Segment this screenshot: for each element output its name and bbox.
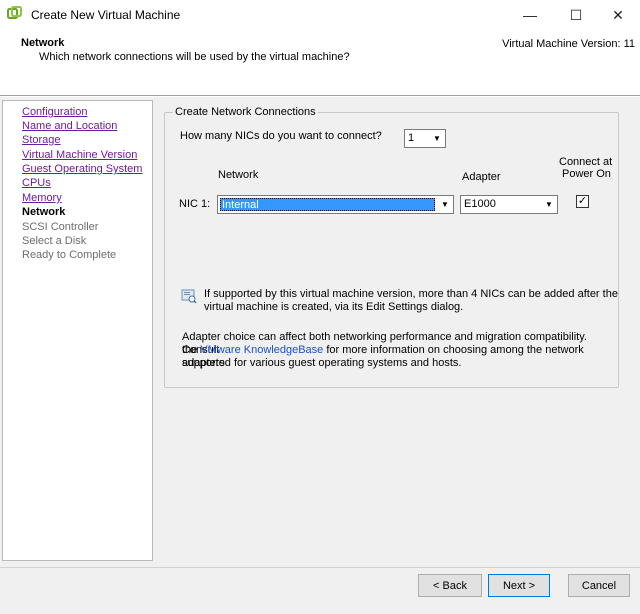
step-description: Which network connections will be used b… xyxy=(39,51,350,63)
connect-column-header-line2: Power On xyxy=(562,168,611,180)
nic-1-adapter-select[interactable]: E1000 ▼ xyxy=(460,195,558,214)
chevron-down-icon: ▼ xyxy=(441,200,449,209)
chevron-down-icon: ▼ xyxy=(545,200,553,209)
nic-count-select[interactable]: 1 ▼ xyxy=(404,129,446,148)
adapter-column-header: Adapter xyxy=(462,171,501,183)
minimize-button[interactable]: — xyxy=(508,0,552,30)
nic-info-line1: If supported by this virtual machine ver… xyxy=(204,288,618,300)
window-title: Create New Virtual Machine xyxy=(31,8,181,22)
nav-item-storage[interactable]: Storage xyxy=(22,134,61,146)
nav-item-cpus[interactable]: CPUs xyxy=(22,177,51,189)
cancel-button[interactable]: Cancel xyxy=(568,574,630,597)
nic-count-value: 1 xyxy=(408,132,415,144)
nic-info-line2: virtual machine is created, via its Edit… xyxy=(204,301,464,313)
nav-item-scsi-controller: SCSI Controller xyxy=(22,221,99,233)
nic-count-label: How many NICs do you want to connect? xyxy=(180,130,382,142)
step-title: Network xyxy=(21,37,65,49)
adapter-note-prefix: the xyxy=(182,344,201,356)
wizard-body: Configuration Name and Location Storage … xyxy=(0,97,640,614)
vm-version-label: Virtual Machine Version: 11 xyxy=(502,38,635,50)
nic-1-adapter-value: E1000 xyxy=(464,198,496,210)
chevron-down-icon: ▼ xyxy=(433,134,441,143)
nic-1-connect-checkbox[interactable]: ✓ xyxy=(576,195,589,208)
maximize-button[interactable]: ☐ xyxy=(554,0,598,30)
nav-item-guest-os[interactable]: Guest Operating System xyxy=(22,163,142,175)
nav-item-network: Network xyxy=(22,206,66,218)
kb-link[interactable]: VMware KnowledgeBase xyxy=(200,344,323,356)
back-button[interactable]: < Back xyxy=(418,574,482,597)
nic-1-network-select[interactable]: Internal ▼ xyxy=(217,195,454,214)
connect-column-header-line1: Connect at xyxy=(559,156,613,168)
nav-item-select-disk: Select a Disk xyxy=(22,235,87,247)
wizard-header: Network Which network connections will b… xyxy=(0,30,640,96)
nav-item-ready-to-complete: Ready to Complete xyxy=(22,249,117,261)
nav-item-configuration[interactable]: Configuration xyxy=(22,106,87,118)
network-column-header: Network xyxy=(218,169,259,181)
network-connections-group: Create Network Connections How many NICs… xyxy=(164,106,619,388)
close-button[interactable]: ✕ xyxy=(596,0,640,30)
group-title: Create Network Connections xyxy=(173,106,318,118)
wizard-step-nav: Configuration Name and Location Storage … xyxy=(2,100,153,561)
step-content: Create Network Connections How many NICs… xyxy=(157,100,637,561)
title-bar: Create New Virtual Machine — ☐ ✕ xyxy=(0,0,640,30)
nav-item-memory[interactable]: Memory xyxy=(22,192,62,204)
nav-item-name-and-location[interactable]: Name and Location xyxy=(22,120,117,132)
nav-item-vm-version[interactable]: Virtual Machine Version xyxy=(22,149,137,161)
nic-1-network-value: Internal xyxy=(220,198,435,211)
info-icon xyxy=(181,289,197,303)
vmware-logo-icon xyxy=(7,6,22,19)
next-button[interactable]: Next > xyxy=(488,574,550,597)
nic-1-label: NIC 1: xyxy=(179,198,211,210)
footer-divider xyxy=(0,567,640,568)
adapter-note-line3: supported for various guest operating sy… xyxy=(182,357,462,369)
